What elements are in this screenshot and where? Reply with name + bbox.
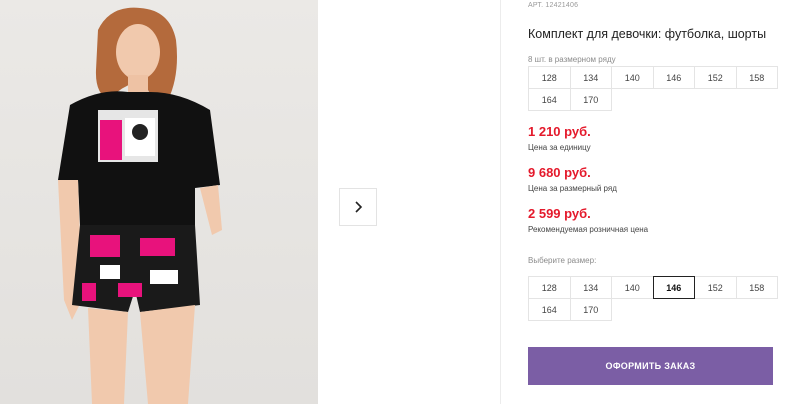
size-row-item: 170 xyxy=(569,88,612,111)
row-price-note: Цена за размерный ряд xyxy=(528,184,617,193)
size-option[interactable]: 140 xyxy=(611,276,654,299)
product-title: Комплект для девочки: футболка, шорты xyxy=(528,27,767,41)
panel-divider xyxy=(500,0,501,404)
product-photo[interactable] xyxy=(0,0,318,404)
chevron-right-icon xyxy=(355,201,363,213)
size-option[interactable]: 134 xyxy=(569,276,612,299)
retail-price: 2 599 руб. xyxy=(528,206,591,221)
retail-price-note: Рекомендуемая розничная цена xyxy=(528,225,649,234)
product-sku: АРТ. 12421406 xyxy=(528,2,579,9)
select-size-label: Выберите размер: xyxy=(528,256,597,265)
row-price: 9 680 руб. xyxy=(528,165,591,180)
product-image xyxy=(58,7,222,404)
size-option-selected[interactable]: 146 xyxy=(652,276,695,299)
order-button[interactable]: ОФОРМИТЬ ЗАКАЗ xyxy=(528,347,773,385)
size-row-item: 128 xyxy=(528,66,571,89)
size-row-item: 140 xyxy=(611,66,654,89)
size-row-item: 146 xyxy=(652,66,695,89)
unit-price-note: Цена за единицу xyxy=(528,143,591,152)
gallery-next-button[interactable] xyxy=(339,188,377,226)
sizes-in-row-label: 8 шт. в размерном ряду xyxy=(528,55,616,64)
size-row-item: 134 xyxy=(569,66,612,89)
size-option[interactable]: 152 xyxy=(694,276,737,299)
size-option[interactable]: 170 xyxy=(569,298,612,321)
size-select-grid: 128 134 140 146 152 158 164 170 xyxy=(528,276,778,321)
size-option[interactable]: 128 xyxy=(528,276,571,299)
size-row-grid: 128 134 140 146 152 158 164 170 xyxy=(528,66,778,111)
unit-price: 1 210 руб. xyxy=(528,124,591,139)
size-row-item: 164 xyxy=(528,88,571,111)
size-row-item: 152 xyxy=(694,66,737,89)
size-row-item: 158 xyxy=(735,66,778,89)
product-gallery xyxy=(0,0,500,404)
size-option[interactable]: 158 xyxy=(735,276,778,299)
size-option[interactable]: 164 xyxy=(528,298,571,321)
